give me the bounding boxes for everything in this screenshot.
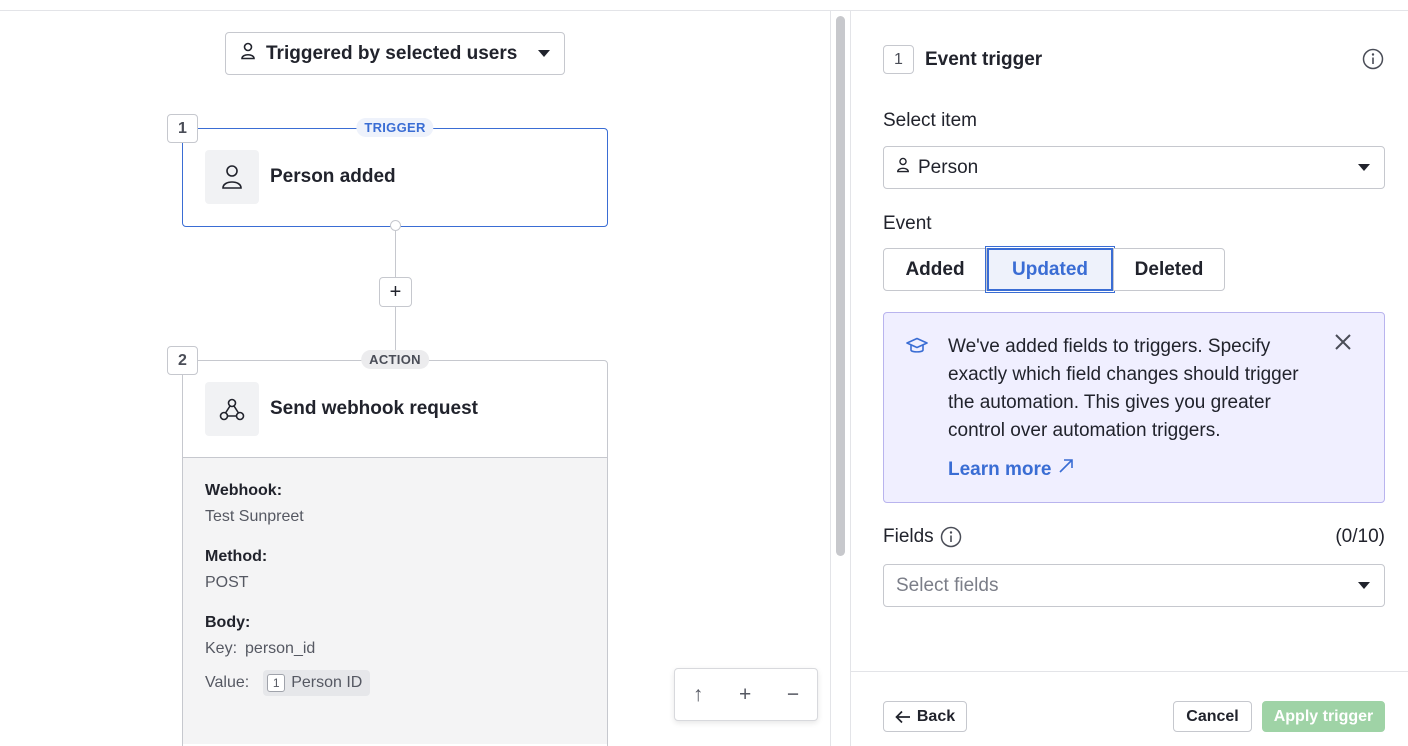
zoom-controls: ↑ + −	[674, 668, 818, 721]
event-segmented-control: Added Updated Deleted	[883, 246, 1225, 293]
apply-trigger-button[interactable]: Apply trigger	[1262, 701, 1385, 732]
select-fields-placeholder: Select fields	[896, 574, 999, 596]
panel-footer: Back Cancel Apply trigger	[851, 671, 1408, 746]
automation-canvas[interactable]: Triggered by selected users TRIGGER Pers…	[0, 11, 830, 746]
panel-header: 1 Event trigger	[883, 45, 1042, 74]
close-icon[interactable]	[1334, 333, 1352, 356]
back-label: Back	[916, 707, 956, 725]
connector-line	[395, 227, 396, 277]
cancel-button[interactable]: Cancel	[1173, 701, 1252, 732]
external-link-icon	[1057, 459, 1075, 480]
caret-down-icon	[1358, 582, 1370, 589]
event-added-button[interactable]: Added	[883, 248, 987, 291]
person-icon	[896, 157, 910, 179]
trigger-filter-dropdown[interactable]: Triggered by selected users	[225, 32, 565, 75]
arrow-left-icon	[895, 710, 911, 724]
step-title: Person added	[270, 166, 396, 187]
info-banner: We've added fields to triggers. Specify …	[883, 312, 1385, 503]
info-icon[interactable]	[940, 526, 962, 548]
caret-down-icon	[538, 50, 550, 57]
step-number-badge: 1	[883, 45, 914, 74]
info-icon[interactable]	[1362, 48, 1384, 75]
caret-down-icon	[1358, 164, 1370, 171]
trigger-filter-label: Triggered by selected users	[266, 42, 518, 64]
add-step-button[interactable]: +	[379, 277, 412, 307]
event-deleted-button[interactable]: Deleted	[1113, 248, 1225, 291]
webhook-value: Test Sunpreet	[205, 508, 304, 525]
webhook-label: Webhook:	[205, 482, 283, 499]
value-label: Value:	[205, 674, 250, 691]
zoom-in-button[interactable]: +	[739, 683, 751, 707]
trigger-step-card[interactable]: TRIGGER Person added	[182, 118, 608, 227]
person-icon	[205, 150, 259, 204]
webhook-icon	[205, 382, 259, 436]
canvas-divider	[830, 11, 831, 746]
step-number-badge: 1	[167, 114, 198, 143]
event-label: Event	[883, 213, 932, 234]
step-details: Webhook: Test Sunpreet Method: POST Body…	[183, 457, 607, 744]
variable-chip: 1 Person ID	[263, 670, 371, 696]
method-label: Method:	[205, 548, 268, 565]
scroll-up-button[interactable]: ↑	[693, 683, 704, 707]
fields-label: Fields	[883, 526, 934, 547]
trigger-settings-panel: 1 Event trigger Select item Person Event…	[851, 11, 1408, 746]
chip-step-number: 1	[267, 674, 286, 692]
fields-header: Fields (0/10)	[883, 526, 1385, 548]
select-item-label: Select item	[883, 110, 977, 131]
canvas-scrollbar[interactable]	[836, 16, 845, 556]
action-step-card[interactable]: ACTION Send webhook request Webhook: Tes…	[182, 350, 608, 746]
learn-more-label: Learn more	[948, 459, 1052, 480]
key-value: person_id	[245, 640, 316, 657]
body-value-row: Value: 1 Person ID	[205, 670, 585, 696]
banner-text: We've added fields to triggers. Specify …	[948, 336, 1299, 441]
action-pill: ACTION	[361, 350, 429, 369]
trigger-pill: TRIGGER	[356, 118, 434, 137]
event-updated-button[interactable]: Updated	[985, 246, 1115, 293]
select-item-dropdown[interactable]: Person	[883, 146, 1385, 189]
body-key-row: Key: person_id	[205, 640, 585, 658]
step-number-badge: 2	[167, 346, 198, 375]
learn-more-link[interactable]: Learn more	[948, 457, 1075, 481]
chip-text: Person ID	[291, 674, 363, 691]
person-icon	[240, 42, 256, 66]
step-title: Send webhook request	[270, 398, 478, 419]
select-fields-dropdown[interactable]: Select fields	[883, 564, 1385, 607]
select-item-value: Person	[918, 156, 979, 178]
back-button[interactable]: Back	[883, 701, 967, 732]
fields-count: (0/10)	[1335, 526, 1385, 547]
key-label: Key:	[205, 640, 238, 657]
connector-node	[390, 220, 401, 231]
panel-title: Event trigger	[925, 48, 1043, 70]
method-value: POST	[205, 574, 249, 591]
graduation-cap-icon	[906, 337, 928, 360]
body-label: Body:	[205, 614, 251, 631]
zoom-out-button[interactable]: −	[787, 683, 799, 707]
